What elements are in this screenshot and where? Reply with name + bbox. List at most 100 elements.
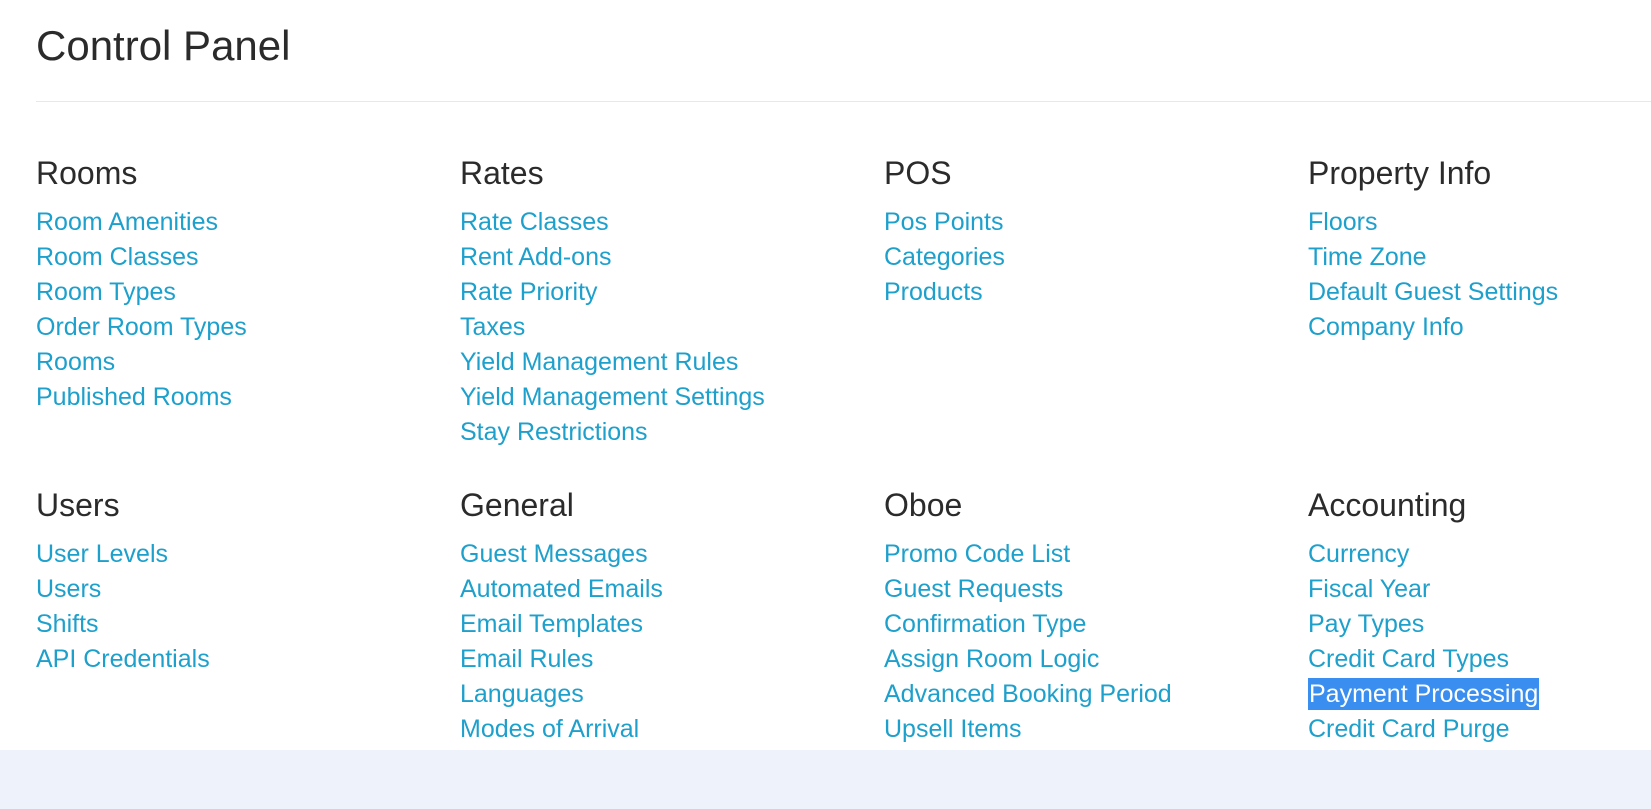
section-title-rooms: Rooms [36,155,138,191]
link-api-credentials[interactable]: API Credentials [36,645,210,673]
link-room-types[interactable]: Room Types [36,278,176,306]
link-currency[interactable]: Currency [1308,540,1409,568]
link-rate-priority[interactable]: Rate Priority [460,278,598,306]
accounting-link-list: Currency Fiscal Year Pay Types Credit Card … [1308,537,1651,747]
section-accounting: Accounting Currency Fiscal Year Pay Types C… [1308,485,1651,747]
list-item: Published Rooms [36,380,436,415]
link-floors[interactable]: Floors [1308,208,1377,236]
link-default-guest-settings[interactable]: Default Guest Settings [1308,278,1558,306]
link-room-classes[interactable]: Room Classes [36,243,199,271]
users-link-list: User Levels Users Shifts API Credentials [36,537,436,677]
list-item: User Levels [36,537,436,572]
list-item: Yield Management Rules [460,345,860,380]
link-credit-card-types[interactable]: Credit Card Types [1308,645,1509,673]
link-guest-requests[interactable]: Guest Requests [884,575,1063,603]
list-item: Pos Points [884,205,1284,240]
link-order-room-types[interactable]: Order Room Types [36,313,247,341]
list-item: Time Zone [1308,240,1651,275]
general-link-list: Guest Messages Automated Emails Email Temp… [460,537,860,747]
link-stay-restrictions[interactable]: Stay Restrictions [460,418,648,446]
list-item: Room Classes [36,240,436,275]
list-item: Payment Processing [1308,677,1651,712]
link-company-info[interactable]: Company Info [1308,313,1464,341]
page-title: Control Panel [36,22,291,69]
link-categories[interactable]: Categories [884,243,1005,271]
section-title-property-info: Property Info [1308,155,1492,191]
section-general: General Guest Messages Automated Emails Em… [460,485,860,747]
list-item: Floors [1308,205,1651,240]
list-item: Products [884,275,1284,310]
link-modes-of-arrival[interactable]: Modes of Arrival [460,715,639,743]
link-promo-code-list[interactable]: Promo Code List [884,540,1070,568]
link-advanced-booking-period[interactable]: Advanced Booking Period [884,680,1172,708]
list-item: Company Info [1308,310,1651,345]
link-room-amenities[interactable]: Room Amenities [36,208,218,236]
link-taxes[interactable]: Taxes [460,313,525,341]
list-item: Advanced Booking Period [884,677,1284,712]
property-info-link-list: Floors Time Zone Default Guest Settings Com… [1308,205,1651,345]
list-item: Confirmation Type [884,607,1284,642]
list-item: API Credentials [36,642,436,677]
link-upsell-items[interactable]: Upsell Items [884,715,1022,743]
link-products[interactable]: Products [884,278,983,306]
link-published-rooms[interactable]: Published Rooms [36,383,232,411]
list-item: Rooms [36,345,436,380]
link-time-zone[interactable]: Time Zone [1308,243,1427,271]
list-item: Assign Room Logic [884,642,1284,677]
list-item: Yield Management Settings [460,380,860,415]
link-yield-management-settings[interactable]: Yield Management Settings [460,383,765,411]
link-shifts[interactable]: Shifts [36,610,99,638]
list-item: Credit Card Types [1308,642,1651,677]
link-user-levels[interactable]: User Levels [36,540,168,568]
list-item: Order Room Types [36,310,436,345]
list-item: Shifts [36,607,436,642]
link-assign-room-logic[interactable]: Assign Room Logic [884,645,1099,673]
section-oboe: Oboe Promo Code List Guest Requests Confir… [884,485,1284,747]
list-item: Credit Card Purge [1308,712,1651,747]
list-item: Default Guest Settings [1308,275,1651,310]
link-languages[interactable]: Languages [460,680,584,708]
oboe-link-list: Promo Code List Guest Requests Confirmatio… [884,537,1284,747]
list-item: Fiscal Year [1308,572,1651,607]
link-rooms[interactable]: Rooms [36,348,115,376]
list-item: Languages [460,677,860,712]
section-pos: POS Pos Points Categories Products [884,153,1284,310]
link-confirmation-type[interactable]: Confirmation Type [884,610,1086,638]
list-item: Promo Code List [884,537,1284,572]
link-automated-emails[interactable]: Automated Emails [460,575,663,603]
link-rent-add-ons[interactable]: Rent Add-ons [460,243,612,271]
control-panel-page: Control Panel Rooms Room Amenities Room C… [0,0,1651,809]
link-fiscal-year[interactable]: Fiscal Year [1308,575,1430,603]
link-rate-classes[interactable]: Rate Classes [460,208,609,236]
link-email-rules[interactable]: Email Rules [460,645,593,673]
list-item: Automated Emails [460,572,860,607]
section-title-rates: Rates [460,155,544,191]
section-rooms: Rooms Room Amenities Room Classes Room Typ… [36,153,436,415]
link-yield-management-rules[interactable]: Yield Management Rules [460,348,738,376]
link-guest-messages[interactable]: Guest Messages [460,540,648,568]
link-credit-card-purge[interactable]: Credit Card Purge [1308,715,1509,743]
section-title-oboe: Oboe [884,487,963,523]
list-item: Guest Requests [884,572,1284,607]
list-item: Rent Add-ons [460,240,860,275]
title-divider [36,101,1651,102]
rooms-link-list: Room Amenities Room Classes Room Types Orde… [36,205,436,415]
link-payment-processing[interactable]: Payment Processing [1308,678,1540,710]
list-item: Rate Priority [460,275,860,310]
section-property-info: Property Info Floors Time Zone Default Gue… [1308,153,1651,345]
section-users: Users User Levels Users Shifts API Credenti… [36,485,436,677]
section-title-general: General [460,487,574,523]
link-users[interactable]: Users [36,575,101,603]
link-email-templates[interactable]: Email Templates [460,610,643,638]
list-item: Stay Restrictions [460,415,860,450]
main-content: Control Panel Rooms Room Amenities Room C… [0,0,1651,750]
link-pos-points[interactable]: Pos Points [884,208,1004,236]
pos-link-list: Pos Points Categories Products [884,205,1284,310]
list-item: Currency [1308,537,1651,572]
list-item: Modes of Arrival [460,712,860,747]
list-item: Room Amenities [36,205,436,240]
list-item: Room Types [36,275,436,310]
list-item: Users [36,572,436,607]
section-rates: Rates Rate Classes Rent Add-ons Rate Prior… [460,153,860,450]
link-pay-types[interactable]: Pay Types [1308,610,1424,638]
